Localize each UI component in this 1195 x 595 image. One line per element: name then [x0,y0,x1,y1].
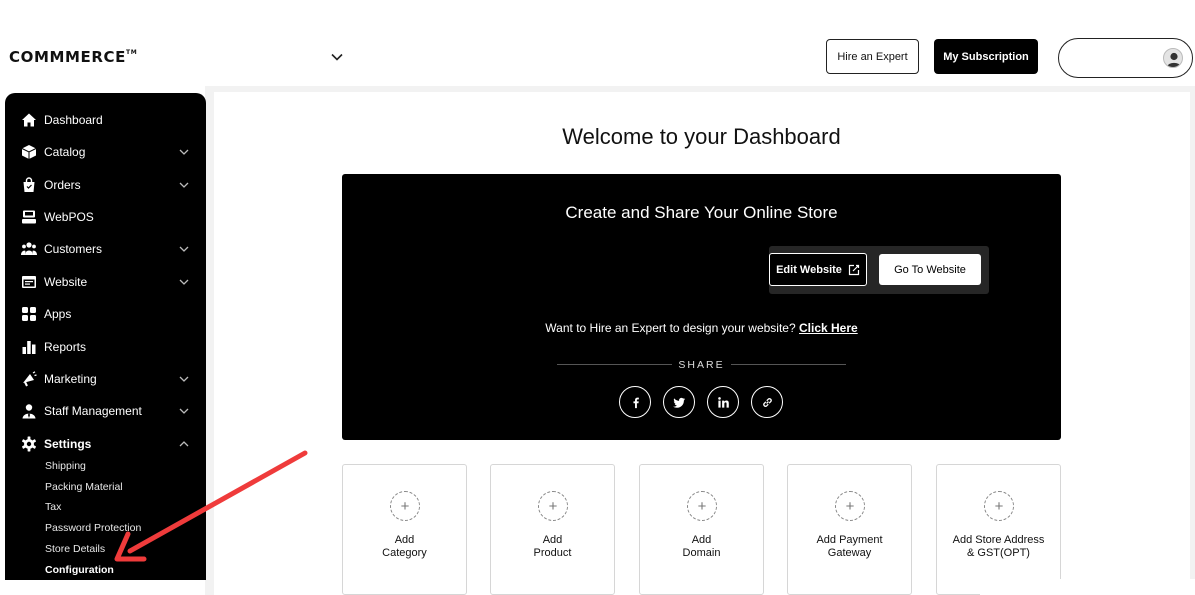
user-avatar-icon [1163,48,1183,68]
card-label-line1: Add [542,534,563,546]
card-label-line1: Add Store Address [952,534,1045,546]
sidebar-item-apps[interactable]: Apps [5,301,206,327]
edit-website-button[interactable]: Edit Website [769,253,867,286]
grid-icon [21,306,37,322]
banner-title: Create and Share Your Online Store [565,203,838,222]
link-icon[interactable] [751,386,783,418]
sidebar-item-website[interactable]: Website [5,269,206,295]
chevron-down-icon [179,408,189,414]
sidebar-item-label: Customers [44,242,103,256]
sidebar-item-catalog[interactable]: Catalog [5,139,206,165]
home-icon [21,112,37,128]
add-payment-gateway-card[interactable]: + Add Payment Gateway [787,464,912,595]
card-label-line1: Add [691,534,712,546]
card-label-line2: Domain [682,547,721,559]
users-icon [21,241,37,257]
plus-icon: + [390,491,420,521]
edit-website-label: Edit Website [776,263,842,276]
card-label: Add Payment Gateway [788,534,911,560]
sidebar-item-orders[interactable]: Orders [5,172,206,198]
chevron-down-icon [179,279,189,285]
settings-sub-store-details[interactable]: Store Details [45,543,105,555]
chevron-down-icon [179,182,189,188]
card-label: Add Store Address & GST(OPT) [937,534,1060,560]
hire-expert-prompt: Want to Hire an Expert to design your we… [342,321,1061,335]
twitter-icon[interactable] [663,386,695,418]
box-icon [21,144,37,160]
brand-logo[interactable]: COMMMERCETM [9,48,137,66]
settings-sub-password-protection[interactable]: Password Protection [45,522,141,534]
logo-text: COMMMERCE [9,48,126,66]
sidebar-item-label: Orders [44,178,81,192]
sidebar-item-reports[interactable]: Reports [5,334,206,360]
hire-expert-text: Want to Hire an Expert to design your we… [545,321,796,335]
add-store-address-card[interactable]: + Add Store Address & GST(OPT) [936,464,1061,595]
sidebar-item-label: Website [44,275,88,289]
card-label-line2: Product [533,547,572,559]
facebook-icon[interactable] [619,386,651,418]
staff-icon [21,403,37,419]
card-label-line2: Category [382,547,427,559]
card-label-line2: Gateway [827,547,872,559]
share-label: SHARE [678,359,725,371]
sidebar-item-webpos[interactable]: WebPOS [5,204,206,230]
card-label: Add Domain [640,534,763,560]
settings-sub-tax[interactable]: Tax [45,501,61,513]
share-divider-right [731,364,846,365]
go-to-website-button[interactable]: Go To Website [879,254,981,285]
card-label-line1: Add Payment [816,534,883,546]
add-category-card[interactable]: + Add Category [342,464,467,595]
bar-chart-icon [21,339,37,355]
settings-sub-configuration[interactable]: Configuration [45,564,114,576]
create-share-store-banner: Create and Share Your Online Store Edit … [342,174,1061,440]
gear-icon [21,436,37,452]
sidebar-item-settings[interactable]: Settings [5,431,206,457]
sidebar-item-label: Dashboard [44,113,103,127]
sidebar-item-label: Catalog [44,145,86,159]
linkedin-icon[interactable] [707,386,739,418]
card-label: Add Product [491,534,614,560]
plus-icon: + [984,491,1014,521]
click-here-link[interactable]: Click Here [799,321,858,335]
my-subscription-button[interactable]: My Subscription [934,39,1038,74]
settings-sub-shipping[interactable]: Shipping [45,460,86,472]
add-domain-card[interactable]: + Add Domain [639,464,764,595]
sidebar-item-dashboard[interactable]: Dashboard [5,107,206,133]
pos-register-icon [21,209,37,225]
store-switcher-chevron-icon[interactable] [330,50,344,64]
sidebar-item-label: Marketing [44,372,97,386]
card-label-line1: Add [394,534,415,546]
card-label-line2: & GST(OPT) [967,547,1030,559]
hire-expert-button[interactable]: Hire an Expert [826,39,919,74]
page-title: Welcome to your Dashboard [562,124,841,149]
chevron-down-icon [179,376,189,382]
chevron-up-icon [179,441,189,447]
sidebar-item-customers[interactable]: Customers [5,236,206,262]
card-label: Add Category [343,534,466,560]
sidebar-item-label: Settings [44,437,92,451]
logo-trademark: TM [126,49,138,56]
sidebar: Dashboard Catalog Orders WebPOS Customer… [5,93,206,580]
settings-sub-packing-material[interactable]: Packing Material [45,481,123,493]
browser-icon [21,274,37,290]
sidebar-item-marketing[interactable]: Marketing [5,366,206,392]
sidebar-item-label: Staff Management [44,404,142,418]
megaphone-icon [21,371,37,387]
chevron-down-icon [179,246,189,252]
sidebar-item-staff-management[interactable]: Staff Management [5,398,206,424]
plus-icon: + [687,491,717,521]
external-edit-icon [848,264,860,275]
sidebar-item-label: Reports [44,340,87,354]
chevron-down-icon [179,149,189,155]
plus-icon: + [835,491,865,521]
shopping-bag-icon [21,177,37,193]
sidebar-item-label: Apps [44,307,72,321]
plus-icon: + [538,491,568,521]
sidebar-item-label: WebPOS [44,210,94,224]
bottom-edge-mask [980,579,1195,595]
profile-menu[interactable] [1058,38,1193,78]
add-product-card[interactable]: + Add Product [490,464,615,595]
